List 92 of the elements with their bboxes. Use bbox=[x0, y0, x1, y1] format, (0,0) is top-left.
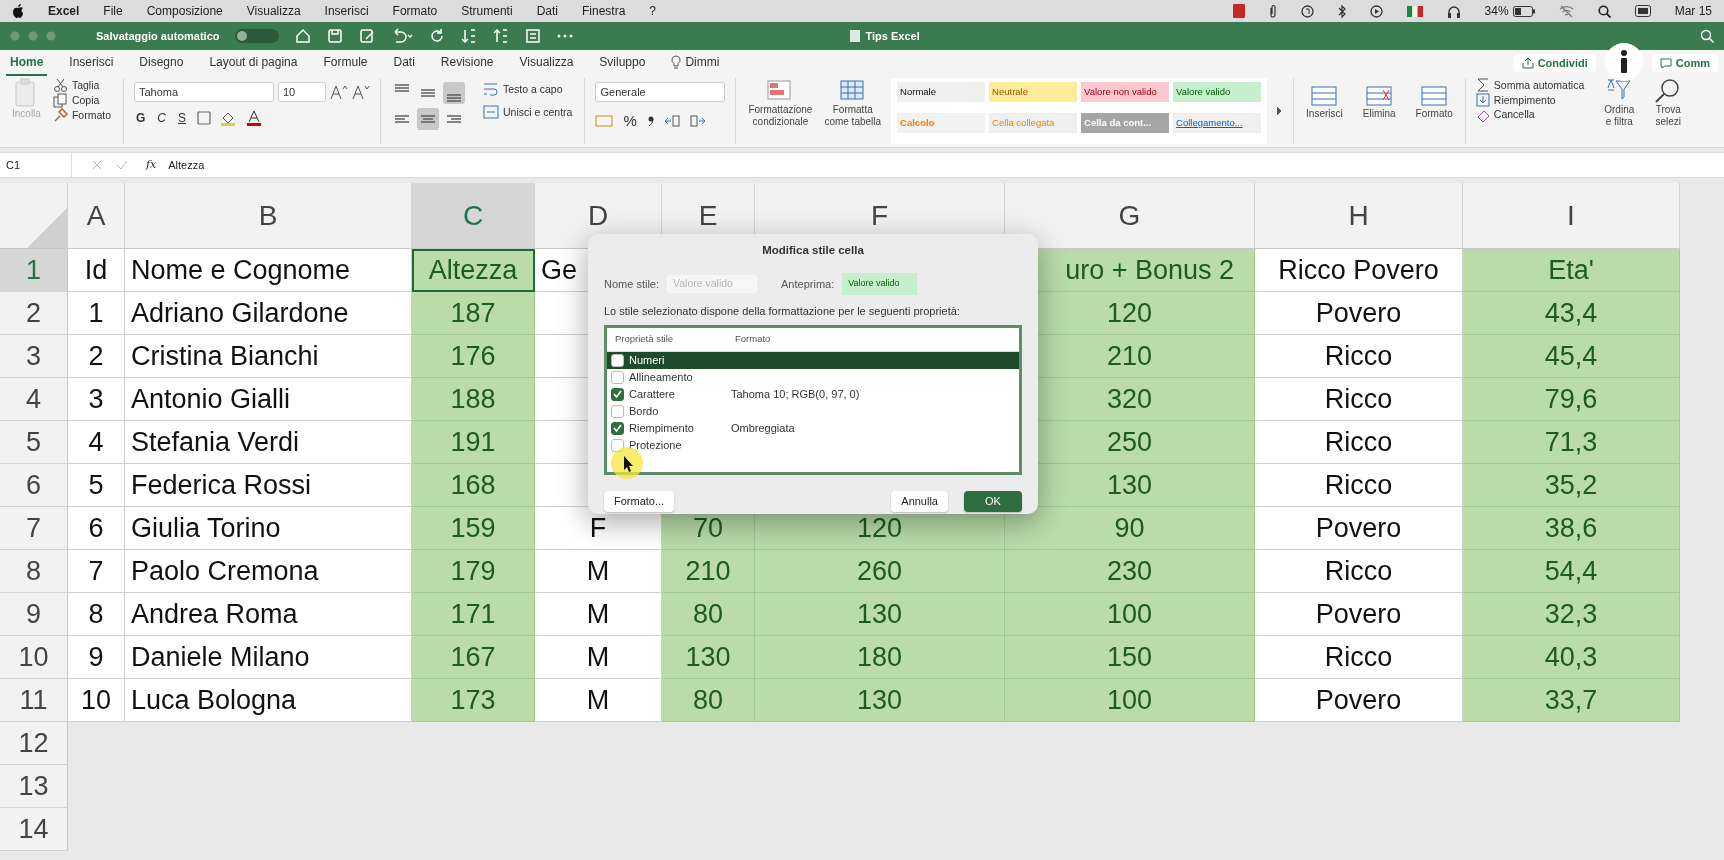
property-label: Protezione bbox=[629, 437, 682, 453]
table-cell: 35,2 bbox=[1463, 464, 1680, 507]
property-format: Tahoma 10; RGB(0, 97, 0) bbox=[731, 386, 861, 402]
column-title-cell: Nome e Cognome bbox=[125, 249, 412, 292]
table-cell: 45,4 bbox=[1463, 335, 1680, 378]
table-cell: Povero bbox=[1255, 593, 1463, 636]
table-cell: 8 bbox=[68, 593, 125, 636]
table-cell: 5 bbox=[68, 464, 125, 507]
table-cell: 159 bbox=[412, 507, 535, 550]
table-cell: 180 bbox=[755, 636, 1005, 679]
table-cell: 4 bbox=[68, 421, 125, 464]
table-cell: 71,3 bbox=[1463, 421, 1680, 464]
table-cell: Federica Rossi bbox=[125, 464, 412, 507]
menubar-date: Mar 15 bbox=[1674, 3, 1712, 20]
description-text: Lo stile selezionato dispone della formattazione per le seguenti proprietà: bbox=[604, 303, 961, 319]
table-cell: 90 bbox=[1005, 507, 1255, 550]
table-cell: 79,6 bbox=[1463, 378, 1680, 421]
table-cell: 171 bbox=[412, 593, 535, 636]
table-cell: Povero bbox=[1255, 292, 1463, 335]
table-cell: 33,7 bbox=[1463, 679, 1680, 722]
property-format: Ombreggiata bbox=[731, 420, 796, 436]
table-cell: 191 bbox=[412, 421, 535, 464]
column-title-cell: Ricco Povero bbox=[1255, 249, 1463, 292]
table-cell: 130 bbox=[755, 593, 1005, 636]
table-cell: 130 bbox=[755, 679, 1005, 722]
table-cell: Ricco bbox=[1255, 550, 1463, 593]
table-cell: 38,6 bbox=[1463, 507, 1680, 550]
table-cell: Andrea Roma bbox=[125, 593, 412, 636]
table-cell: 167 bbox=[412, 636, 535, 679]
table-cell: 100 bbox=[1005, 593, 1255, 636]
table-cell: Adriano Gilardone bbox=[125, 292, 412, 335]
table-cell: Giulia Torino bbox=[125, 507, 412, 550]
property-label: Bordo bbox=[629, 403, 659, 419]
table-cell: 230 bbox=[1005, 550, 1255, 593]
table-cell: Stefania Verdi bbox=[125, 421, 412, 464]
table-cell: 43,4 bbox=[1463, 292, 1680, 335]
table-cell: 6 bbox=[68, 507, 125, 550]
property-label: Numeri bbox=[629, 352, 665, 368]
property-label: Allineamento bbox=[629, 369, 693, 385]
table-cell: 168 bbox=[412, 464, 535, 507]
table-cell: Ricco bbox=[1255, 636, 1463, 679]
list-column-header: Proprietà stile bbox=[615, 332, 675, 347]
table-cell: 54,4 bbox=[1463, 550, 1680, 593]
table-cell: Antonio Gialli bbox=[125, 378, 412, 421]
table-cell: 187 bbox=[412, 292, 535, 335]
column-title-cell: Eta' bbox=[1463, 249, 1680, 292]
autosave-label: Salvataggio automatico bbox=[96, 28, 220, 44]
table-cell: M bbox=[535, 550, 662, 593]
column-title-cell: Id bbox=[68, 249, 125, 292]
list-column-header: Formato bbox=[735, 332, 772, 347]
table-cell: 260 bbox=[755, 550, 1005, 593]
column-title-cell: Altezza bbox=[412, 249, 535, 292]
table-cell: 179 bbox=[412, 550, 535, 593]
table-cell: 1 bbox=[68, 292, 125, 335]
table-cell: 176 bbox=[412, 335, 535, 378]
table-cell: 150 bbox=[1005, 636, 1255, 679]
style-preview: Valore valido bbox=[842, 273, 918, 295]
table-cell: Povero bbox=[1255, 507, 1463, 550]
table-cell: 9 bbox=[68, 636, 125, 679]
table-cell: 32,3 bbox=[1463, 593, 1680, 636]
table-cell: M bbox=[535, 679, 662, 722]
table-cell: 80 bbox=[662, 593, 755, 636]
table-cell: Ricco bbox=[1255, 335, 1463, 378]
field-label: Anteprima: bbox=[781, 276, 835, 292]
table-cell: 80 bbox=[662, 679, 755, 722]
table-cell: 3 bbox=[68, 378, 125, 421]
table-cell: 188 bbox=[412, 378, 535, 421]
table-cell: 10 bbox=[68, 679, 125, 722]
table-cell: Cristina Bianchi bbox=[125, 335, 412, 378]
table-cell: Ricco bbox=[1255, 421, 1463, 464]
table-cell: 7 bbox=[68, 550, 125, 593]
table-cell: Paolo Cremona bbox=[125, 550, 412, 593]
property-label: Riempimento bbox=[629, 420, 694, 436]
window-title: Tips Excel bbox=[865, 28, 920, 44]
table-cell: Ricco bbox=[1255, 464, 1463, 507]
table-cell: M bbox=[535, 636, 662, 679]
table-cell: M bbox=[535, 593, 662, 636]
table-cell: 173 bbox=[412, 679, 535, 722]
table-cell: Luca Bologna bbox=[125, 679, 412, 722]
table-cell: 40,3 bbox=[1463, 636, 1680, 679]
table-cell: Ricco bbox=[1255, 378, 1463, 421]
property-label: Carattere bbox=[629, 386, 675, 402]
field-label: Nome stile: bbox=[604, 276, 660, 292]
formula-content: Altezza bbox=[168, 157, 205, 173]
table-cell: 210 bbox=[662, 550, 755, 593]
battery-percentage: 34% bbox=[1484, 3, 1509, 20]
table-cell: F bbox=[535, 507, 662, 550]
table-cell: 2 bbox=[68, 335, 125, 378]
table-cell: Daniele Milano bbox=[125, 636, 412, 679]
table-cell: Povero bbox=[1255, 679, 1463, 722]
table-cell: 100 bbox=[1005, 679, 1255, 722]
table-cell: 130 bbox=[662, 636, 755, 679]
